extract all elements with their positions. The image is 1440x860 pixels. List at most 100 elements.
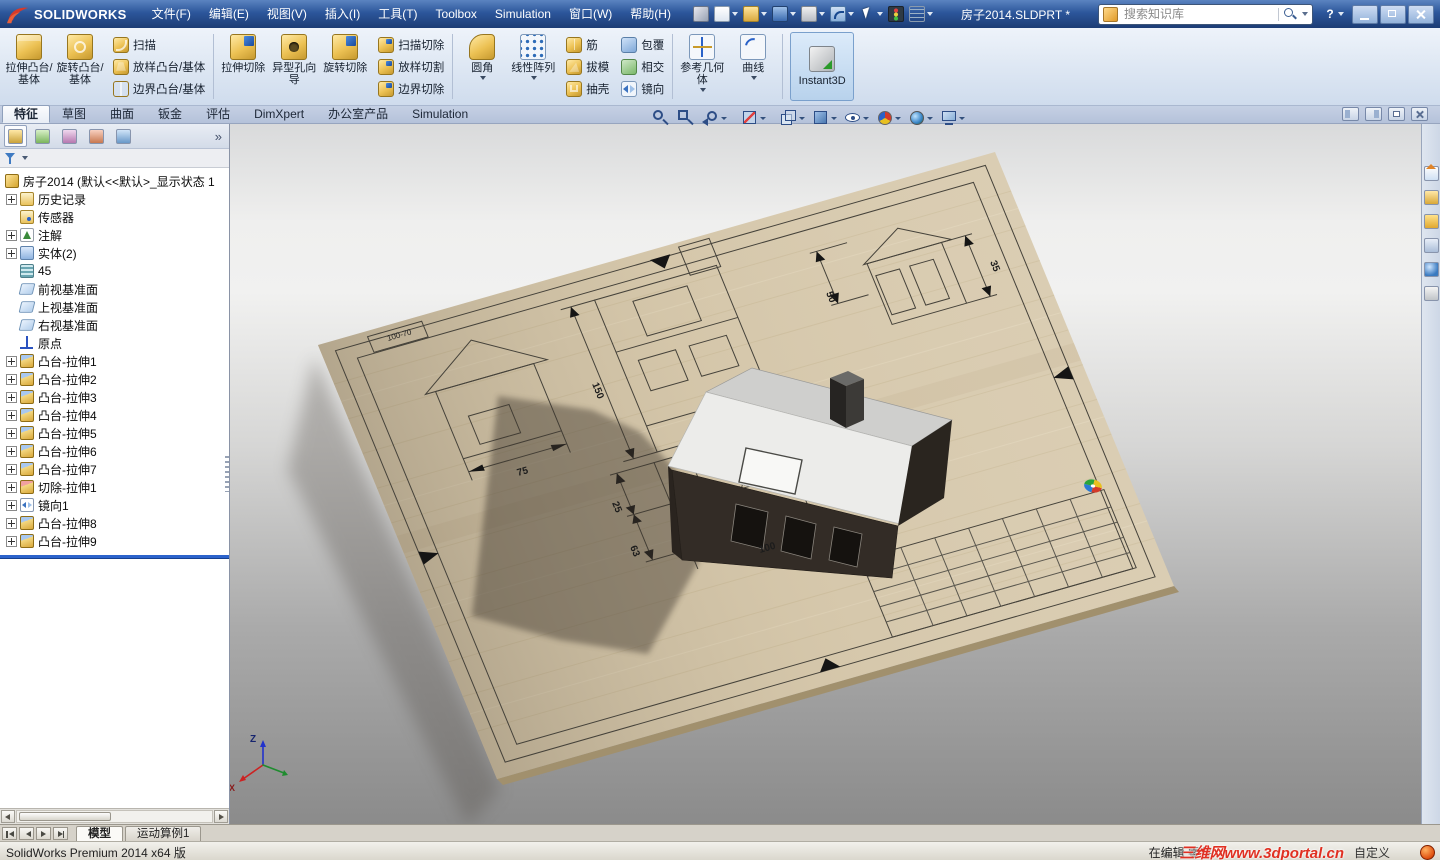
rollback-bar[interactable]	[0, 555, 229, 558]
expand-plus-icon[interactable]	[6, 517, 17, 529]
tree-item[interactable]: 凸台-拉伸4	[0, 406, 229, 424]
scrollbar-track[interactable]	[16, 810, 213, 823]
boss-extrude-button[interactable]: 拉伸凸台/基体	[4, 31, 54, 87]
filter-dropdown-arrow[interactable]	[22, 156, 28, 160]
edit-appearance-button[interactable]	[874, 108, 903, 128]
tree-root-item[interactable]: 房子2014 (默认<<默认>_显示状态 1	[0, 172, 229, 190]
command-tab[interactable]: 钣金	[146, 105, 194, 123]
fillet-button[interactable]: 圆角	[457, 31, 507, 81]
hide-show-items-button[interactable]	[842, 108, 871, 128]
scrollbar-thumb[interactable]	[19, 812, 111, 821]
pin-button[interactable]	[692, 5, 710, 23]
expand-plus-icon[interactable]	[6, 229, 17, 241]
view-orientation-button[interactable]	[778, 108, 807, 128]
dropdown-arrow-icon[interactable]	[818, 12, 825, 16]
property-manager-tab[interactable]	[31, 125, 54, 147]
select-arrow-button[interactable]	[858, 5, 884, 23]
help-icon[interactable]: ?	[1323, 7, 1337, 21]
tree-item[interactable]: 凸台-拉伸6	[0, 442, 229, 460]
search-scope-icon[interactable]	[1103, 6, 1118, 22]
menu-item[interactable]: Simulation	[486, 0, 560, 28]
scroll-next-button[interactable]	[36, 827, 51, 840]
dropdown-arrow-icon[interactable]	[895, 116, 901, 120]
loft-button[interactable]: 放样凸台/基体	[110, 56, 208, 77]
tree-item[interactable]: 凸台-拉伸9	[0, 532, 229, 550]
dropdown-arrow-icon[interactable]	[927, 116, 933, 120]
expand-plus-icon[interactable]	[6, 427, 17, 439]
feature-manager-tab[interactable]	[4, 125, 27, 147]
pattern-button[interactable]: 线性阵列	[508, 31, 558, 81]
expand-plus-icon[interactable]	[6, 445, 17, 457]
expand-plus-icon[interactable]	[6, 409, 17, 421]
command-tab[interactable]: 办公室产品	[316, 105, 400, 123]
shell-button[interactable]: 抽壳	[563, 78, 612, 99]
dropdown-arrow-icon[interactable]	[831, 116, 837, 120]
dropdown-arrow-icon[interactable]	[760, 12, 767, 16]
minimize-button[interactable]	[1352, 4, 1378, 24]
dropdown-arrow-icon[interactable]	[959, 116, 965, 120]
dropdown-arrow-icon[interactable]	[847, 12, 854, 16]
appearances-icon[interactable]	[1423, 262, 1439, 277]
scroll-last-button[interactable]	[53, 827, 68, 840]
tree-item[interactable]: 注解	[0, 226, 229, 244]
scroll-prev-button[interactable]	[19, 827, 34, 840]
command-tab[interactable]: Simulation	[400, 105, 480, 123]
tree-item[interactable]: 前视基准面	[0, 280, 229, 298]
view-palette-icon[interactable]	[1423, 238, 1439, 253]
tree-item[interactable]: 镜向1	[0, 496, 229, 514]
sweep-button[interactable]: 扫描	[110, 34, 208, 55]
expand-plus-icon[interactable]	[6, 481, 17, 493]
print-button[interactable]	[800, 5, 826, 23]
new-document-button[interactable]	[713, 5, 739, 23]
cut-sweep-button[interactable]: 扫描切除	[375, 34, 447, 55]
chimney[interactable]	[830, 371, 864, 428]
window[interactable]	[828, 526, 863, 568]
dropdown-arrow-icon[interactable]	[926, 12, 933, 16]
zoom-fit-button[interactable]	[650, 108, 672, 128]
command-tab[interactable]: 草图	[50, 105, 98, 123]
restore-window-icon[interactable]	[1388, 107, 1405, 121]
menu-item[interactable]: 视图(V)	[258, 0, 316, 28]
expand-plus-icon[interactable]	[6, 355, 17, 367]
help-dropdown-arrow[interactable]	[1338, 12, 1344, 16]
tree-item[interactable]: 上视基准面	[0, 298, 229, 316]
view-settings-button[interactable]	[938, 108, 967, 128]
menu-item[interactable]: 帮助(H)	[621, 0, 680, 28]
revolve-button[interactable]: 旋转凸台/基体	[55, 31, 105, 87]
apply-scene-button[interactable]	[906, 108, 935, 128]
configuration-manager-tab[interactable]	[58, 125, 81, 147]
tree-item[interactable]: 凸台-拉伸5	[0, 424, 229, 442]
expand-plus-icon[interactable]	[6, 463, 17, 475]
cut-revolve-button[interactable]: 旋转切除	[320, 31, 370, 75]
model-tab[interactable]: 模型	[76, 826, 123, 841]
tree-item[interactable]: 凸台-拉伸1	[0, 352, 229, 370]
pane-left-icon[interactable]	[1342, 107, 1359, 121]
dropdown-arrow-icon[interactable]	[721, 116, 727, 120]
tree-item[interactable]: 切除-拉伸1	[0, 478, 229, 496]
status-custom-text[interactable]: 自定义	[1354, 844, 1390, 860]
close-button[interactable]	[1408, 4, 1434, 24]
refgeo-button[interactable]: 参考几何体	[677, 31, 727, 93]
dropdown-arrow-icon[interactable]	[789, 12, 796, 16]
home-icon[interactable]	[1423, 164, 1439, 181]
cut-loft-button[interactable]: 放样切割	[375, 56, 447, 77]
sheet-properties-button[interactable]	[908, 5, 934, 23]
model-scene[interactable]: 75 100 150 25 63 35 50 100-70 Z X	[230, 124, 1421, 824]
panel-more-chevron[interactable]: »	[215, 129, 225, 144]
menu-item[interactable]: 编辑(E)	[200, 0, 258, 28]
section-view-button[interactable]	[739, 108, 768, 128]
menu-item[interactable]: 窗口(W)	[560, 0, 621, 28]
save-button[interactable]	[771, 5, 797, 23]
command-tab[interactable]: 特征	[2, 105, 51, 123]
dropdown-arrow-icon[interactable]	[760, 116, 766, 120]
expand-plus-icon[interactable]	[6, 391, 17, 403]
display-manager-tab[interactable]	[112, 125, 135, 147]
menu-item[interactable]: 文件(F)	[143, 0, 200, 28]
intersect-button[interactable]: 相交	[618, 56, 667, 77]
file-explorer-icon[interactable]	[1423, 214, 1439, 229]
expand-plus-icon[interactable]	[6, 247, 17, 259]
undo-button[interactable]	[829, 5, 855, 23]
curves-button[interactable]: 曲线	[728, 31, 778, 81]
search-input[interactable]	[1122, 5, 1274, 23]
pane-right-icon[interactable]	[1365, 107, 1382, 121]
